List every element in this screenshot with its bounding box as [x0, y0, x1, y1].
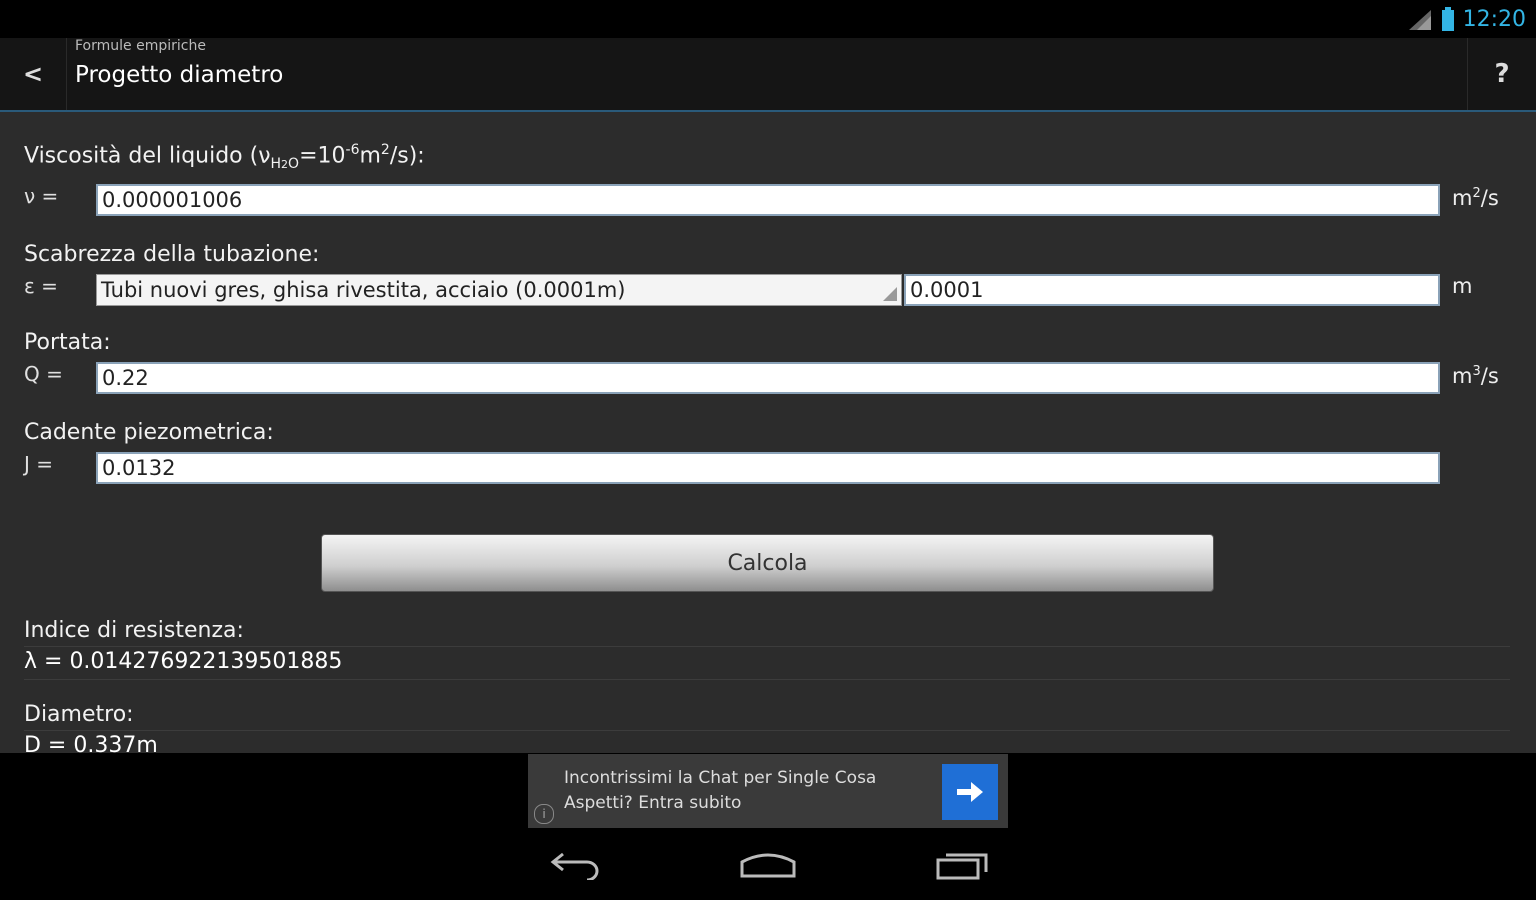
- ad-line-1: Incontrissimi la Chat per Single Cosa: [564, 768, 877, 788]
- status-icons: 12:20: [1407, 4, 1526, 34]
- nav-recents-button[interactable]: [922, 842, 1002, 888]
- gradient-symbol: J =: [24, 452, 54, 476]
- dropdown-triangle-icon: [883, 287, 897, 301]
- flow-label: Portata:: [24, 330, 111, 355]
- gradient-label: Cadente piezometrica:: [24, 420, 274, 445]
- help-button[interactable]: ?: [1467, 38, 1536, 110]
- nav-back-button[interactable]: [536, 842, 616, 888]
- resistance-label: Indice di resistenza:: [24, 618, 244, 643]
- roughness-unit: m: [1452, 274, 1473, 298]
- nav-recents-icon: [936, 853, 988, 880]
- battery-icon: [1441, 7, 1454, 31]
- ad-info-icon[interactable]: i: [534, 804, 554, 824]
- flow-symbol: Q =: [24, 362, 63, 386]
- diameter-value: D = 0.337m: [24, 730, 1510, 753]
- gradient-input[interactable]: 0.0132: [96, 452, 1440, 484]
- flow-unit: m3/s: [1452, 364, 1499, 388]
- ad-arrow-button[interactable]: [942, 764, 998, 820]
- calculate-button[interactable]: Calcola: [321, 534, 1214, 592]
- back-arrow-icon: <: [22, 60, 44, 88]
- resistance-value: λ = 0.014276922139501885: [24, 646, 1510, 680]
- viscosity-unit: m2/s: [1452, 186, 1499, 210]
- page-title: Progetto diametro: [75, 62, 284, 88]
- status-bar: 12:20: [0, 0, 1536, 38]
- nav-home-icon: [740, 853, 796, 878]
- ad-text: Incontrissimi la Chat per Single Cosa As…: [564, 766, 876, 816]
- action-bar-subtitle: Formule empiriche: [75, 38, 206, 54]
- status-time: 12:20: [1462, 6, 1526, 32]
- nav-back-icon: [550, 852, 599, 880]
- roughness-select[interactable]: Tubi nuovi gres, ghisa rivestita, acciai…: [96, 274, 902, 306]
- roughness-select-value: Tubi nuovi gres, ghisa rivestita, acciai…: [101, 278, 626, 302]
- arrow-right-icon: [957, 782, 983, 802]
- viscosity-input[interactable]: 0.000001006: [96, 184, 1440, 216]
- ad-line-2: Aspetti? Entra subito: [564, 793, 742, 813]
- flow-input[interactable]: 0.22: [96, 362, 1440, 394]
- action-bar: < Formule empiriche Progetto diametro ?: [0, 38, 1536, 112]
- roughness-input[interactable]: 0.0001: [904, 274, 1440, 306]
- back-button[interactable]: <: [0, 38, 67, 110]
- viscosity-label: Viscosità del liquido (νH2O=10-6m2/s):: [24, 142, 425, 172]
- nav-home-button[interactable]: [728, 842, 808, 888]
- navigation-bar: [0, 830, 1536, 900]
- help-icon: ?: [1494, 59, 1510, 89]
- signal-icon: [1408, 10, 1431, 30]
- form-content[interactable]: Viscosità del liquido (νH2O=10-6m2/s): ν…: [0, 112, 1536, 753]
- ad-banner[interactable]: Incontrissimi la Chat per Single Cosa As…: [528, 754, 1008, 828]
- roughness-symbol: ε =: [24, 274, 58, 298]
- diameter-label: Diametro:: [24, 702, 134, 727]
- viscosity-symbol: ν =: [24, 184, 59, 208]
- roughness-label: Scabrezza della tubazione:: [24, 242, 320, 267]
